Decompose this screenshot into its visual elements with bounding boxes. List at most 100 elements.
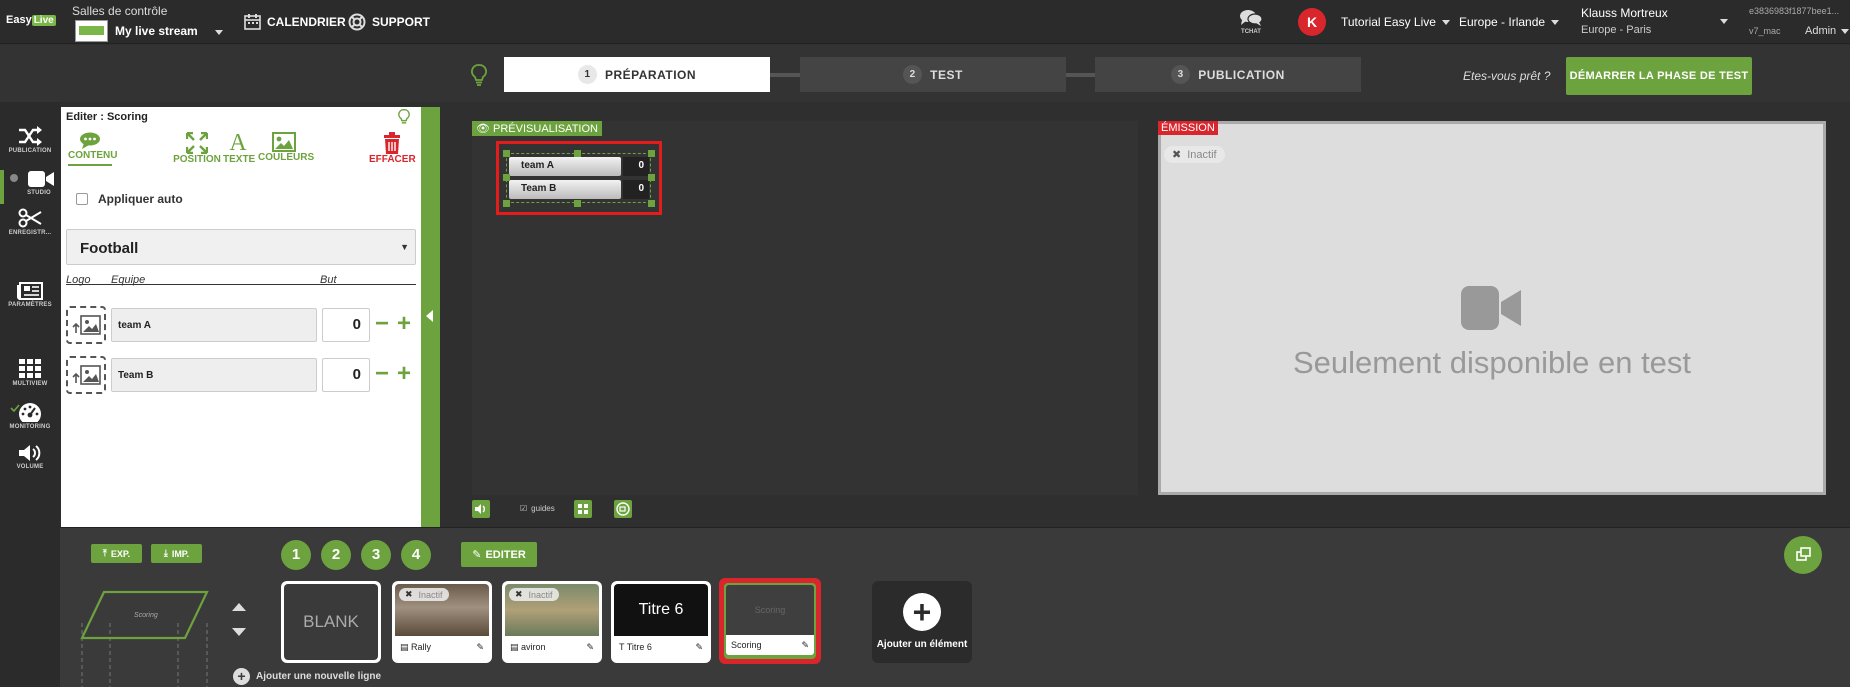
chevron-down-icon[interactable] bbox=[1720, 19, 1728, 24]
element-rally-image: ✖ Inactif bbox=[395, 584, 489, 636]
sidebar-item-publication[interactable]: PUBLICATION bbox=[0, 126, 60, 154]
nav-calendar-label: CALENDRIER bbox=[267, 14, 346, 29]
bank-2-button[interactable]: 2 bbox=[321, 540, 351, 570]
step-connector bbox=[1064, 73, 1096, 77]
logo-easy-text: Easy bbox=[6, 14, 32, 26]
sidebar-item-studio[interactable]: STUDIO bbox=[0, 170, 60, 196]
preview-windows-button[interactable] bbox=[574, 500, 592, 518]
add-element-button[interactable]: + Ajouter un élément bbox=[872, 581, 972, 663]
lightbulb-icon[interactable] bbox=[398, 109, 410, 125]
pencil-icon[interactable]: ✎ bbox=[476, 642, 484, 653]
resize-handle[interactable] bbox=[648, 150, 655, 157]
resize-handle[interactable] bbox=[648, 200, 655, 207]
sidebar-item-volume[interactable]: VOLUME bbox=[0, 444, 60, 470]
step-test[interactable]: 2 TEST bbox=[800, 57, 1066, 92]
decrement-score-button[interactable]: − bbox=[375, 312, 389, 336]
element-titre-6[interactable]: Titre 6 T Titre 6 ✎ bbox=[611, 581, 711, 663]
tab-colors[interactable]: COULEURS bbox=[258, 132, 315, 163]
move-up-arrow-icon[interactable] bbox=[232, 603, 246, 611]
element-aviron[interactable]: ✖ Inactif ▤ aviron ✎ bbox=[502, 581, 602, 663]
element-scoring-frame: Scoring Scoring ✎ bbox=[724, 583, 816, 659]
team-score-input[interactable]: 0 bbox=[322, 358, 370, 392]
guides-toggle[interactable]: ☑ guides bbox=[520, 504, 555, 513]
sidebar-item-recording[interactable]: ENREGISTR... bbox=[0, 208, 60, 236]
easylive-logo[interactable]: Easy Live bbox=[6, 12, 56, 30]
pencil-icon[interactable]: ✎ bbox=[695, 642, 703, 653]
element-blank[interactable]: BLANK bbox=[281, 581, 381, 663]
shuffle-icon bbox=[19, 126, 42, 146]
decrement-score-button[interactable]: − bbox=[375, 362, 389, 386]
preview-volume-button[interactable] bbox=[472, 500, 490, 518]
tab-text[interactable]: A TEXTE bbox=[223, 131, 255, 165]
element-titre-6-title: Titre 6 bbox=[614, 584, 708, 636]
bank-4-button[interactable]: 4 bbox=[401, 540, 431, 570]
team-logo-upload[interactable] bbox=[66, 356, 106, 394]
sport-select[interactable]: Football ▼ bbox=[66, 229, 416, 265]
account-name: Tutorial Easy Live bbox=[1341, 15, 1436, 29]
preview-popout-button[interactable] bbox=[614, 500, 632, 518]
import-button[interactable]: ⤓ IMP. bbox=[151, 544, 202, 563]
tab-position[interactable]: POSITION bbox=[173, 132, 221, 165]
auto-apply-toggle[interactable]: Appliquer auto bbox=[76, 192, 183, 206]
plus-circle-icon: + bbox=[233, 668, 250, 685]
newspaper-icon bbox=[17, 282, 43, 300]
move-down-arrow-icon[interactable] bbox=[232, 628, 246, 636]
team-name-input[interactable]: team A bbox=[111, 308, 317, 342]
header-divider bbox=[66, 284, 416, 285]
auto-apply-checkbox[interactable] bbox=[76, 193, 88, 205]
scoreboard-score: 0 bbox=[623, 180, 649, 199]
element-scoring[interactable]: Scoring Scoring ✎ bbox=[719, 578, 821, 664]
image-upload-icon bbox=[72, 315, 101, 335]
team-logo-upload[interactable] bbox=[66, 306, 106, 344]
resize-handle[interactable] bbox=[574, 150, 581, 157]
download-icon: ⤓ bbox=[163, 548, 168, 558]
tab-content[interactable]: CONTENU bbox=[68, 132, 117, 166]
increment-score-button[interactable]: + bbox=[397, 362, 411, 386]
pencil-icon[interactable]: ✎ bbox=[801, 640, 809, 651]
session-hash: e3836983f1877bee1... bbox=[1749, 6, 1840, 16]
popout-window-button[interactable] bbox=[1784, 536, 1822, 574]
increment-score-button[interactable]: + bbox=[397, 312, 411, 336]
sidebar-item-multiview[interactable]: MULTIVIEW bbox=[0, 359, 60, 387]
tchat-button[interactable]: TCHAT bbox=[1238, 9, 1264, 35]
sidebar-item-monitoring[interactable]: MONITORING bbox=[0, 402, 60, 430]
resize-handle[interactable] bbox=[503, 150, 510, 157]
tab-colors-label: COULEURS bbox=[258, 152, 315, 163]
bank-3-button[interactable]: 3 bbox=[361, 540, 391, 570]
layout-thumbnail[interactable] bbox=[70, 583, 220, 687]
lightbulb-icon[interactable] bbox=[471, 64, 487, 86]
nav-support[interactable]: SUPPORT bbox=[348, 13, 430, 31]
edit-button[interactable]: ✎ EDITER bbox=[461, 542, 537, 567]
region-selector[interactable]: Europe - Irlande bbox=[1459, 15, 1560, 29]
export-button[interactable]: ⤒ EXP. bbox=[91, 544, 142, 563]
start-test-button[interactable]: DÉMARRER LA PHASE DE TEST bbox=[1566, 57, 1752, 95]
bank-1-button[interactable]: 1 bbox=[281, 540, 311, 570]
step-publication[interactable]: 3 PUBLICATION bbox=[1095, 57, 1361, 92]
close-icon: ✖ bbox=[1172, 149, 1182, 161]
team-name-input[interactable]: Team B bbox=[111, 358, 317, 392]
role-selector[interactable]: Admin bbox=[1805, 25, 1850, 37]
collapse-panel-button[interactable] bbox=[421, 107, 440, 527]
nav-calendar[interactable]: CALENDRIER bbox=[244, 13, 346, 30]
avatar[interactable]: K bbox=[1298, 8, 1326, 36]
pencil-icon[interactable]: ✎ bbox=[586, 642, 594, 653]
user-name[interactable]: Klauss Mortreux bbox=[1581, 6, 1668, 20]
preview-label-text: PRÉVISUALISATION bbox=[493, 123, 598, 135]
delete-button[interactable]: EFFACER bbox=[369, 132, 416, 165]
add-line-label: Ajouter une nouvelle ligne bbox=[256, 671, 382, 682]
team-score-input[interactable]: 0 bbox=[322, 308, 370, 342]
account-selector[interactable]: Tutorial Easy Live bbox=[1341, 15, 1450, 29]
scoreboard-overlay[interactable]: team A 0 Team B 0 bbox=[496, 141, 662, 215]
add-line-button[interactable]: + Ajouter une nouvelle ligne bbox=[233, 668, 381, 685]
chat-icon bbox=[1240, 10, 1263, 26]
step-preparation[interactable]: 1 PRÉPARATION bbox=[504, 57, 770, 92]
delete-label: EFFACER bbox=[369, 154, 416, 165]
region-name: Europe - Irlande bbox=[1459, 15, 1546, 29]
resize-handle[interactable] bbox=[503, 200, 510, 207]
resize-handle[interactable] bbox=[574, 200, 581, 207]
element-rally[interactable]: ✖ Inactif ▤ Rally ✎ bbox=[392, 581, 492, 663]
resize-handle[interactable] bbox=[648, 174, 655, 181]
resize-handle[interactable] bbox=[503, 174, 510, 181]
sidebar-item-settings[interactable]: PARAMÈTRES bbox=[0, 282, 60, 308]
room-selector[interactable]: My live stream bbox=[115, 24, 224, 38]
